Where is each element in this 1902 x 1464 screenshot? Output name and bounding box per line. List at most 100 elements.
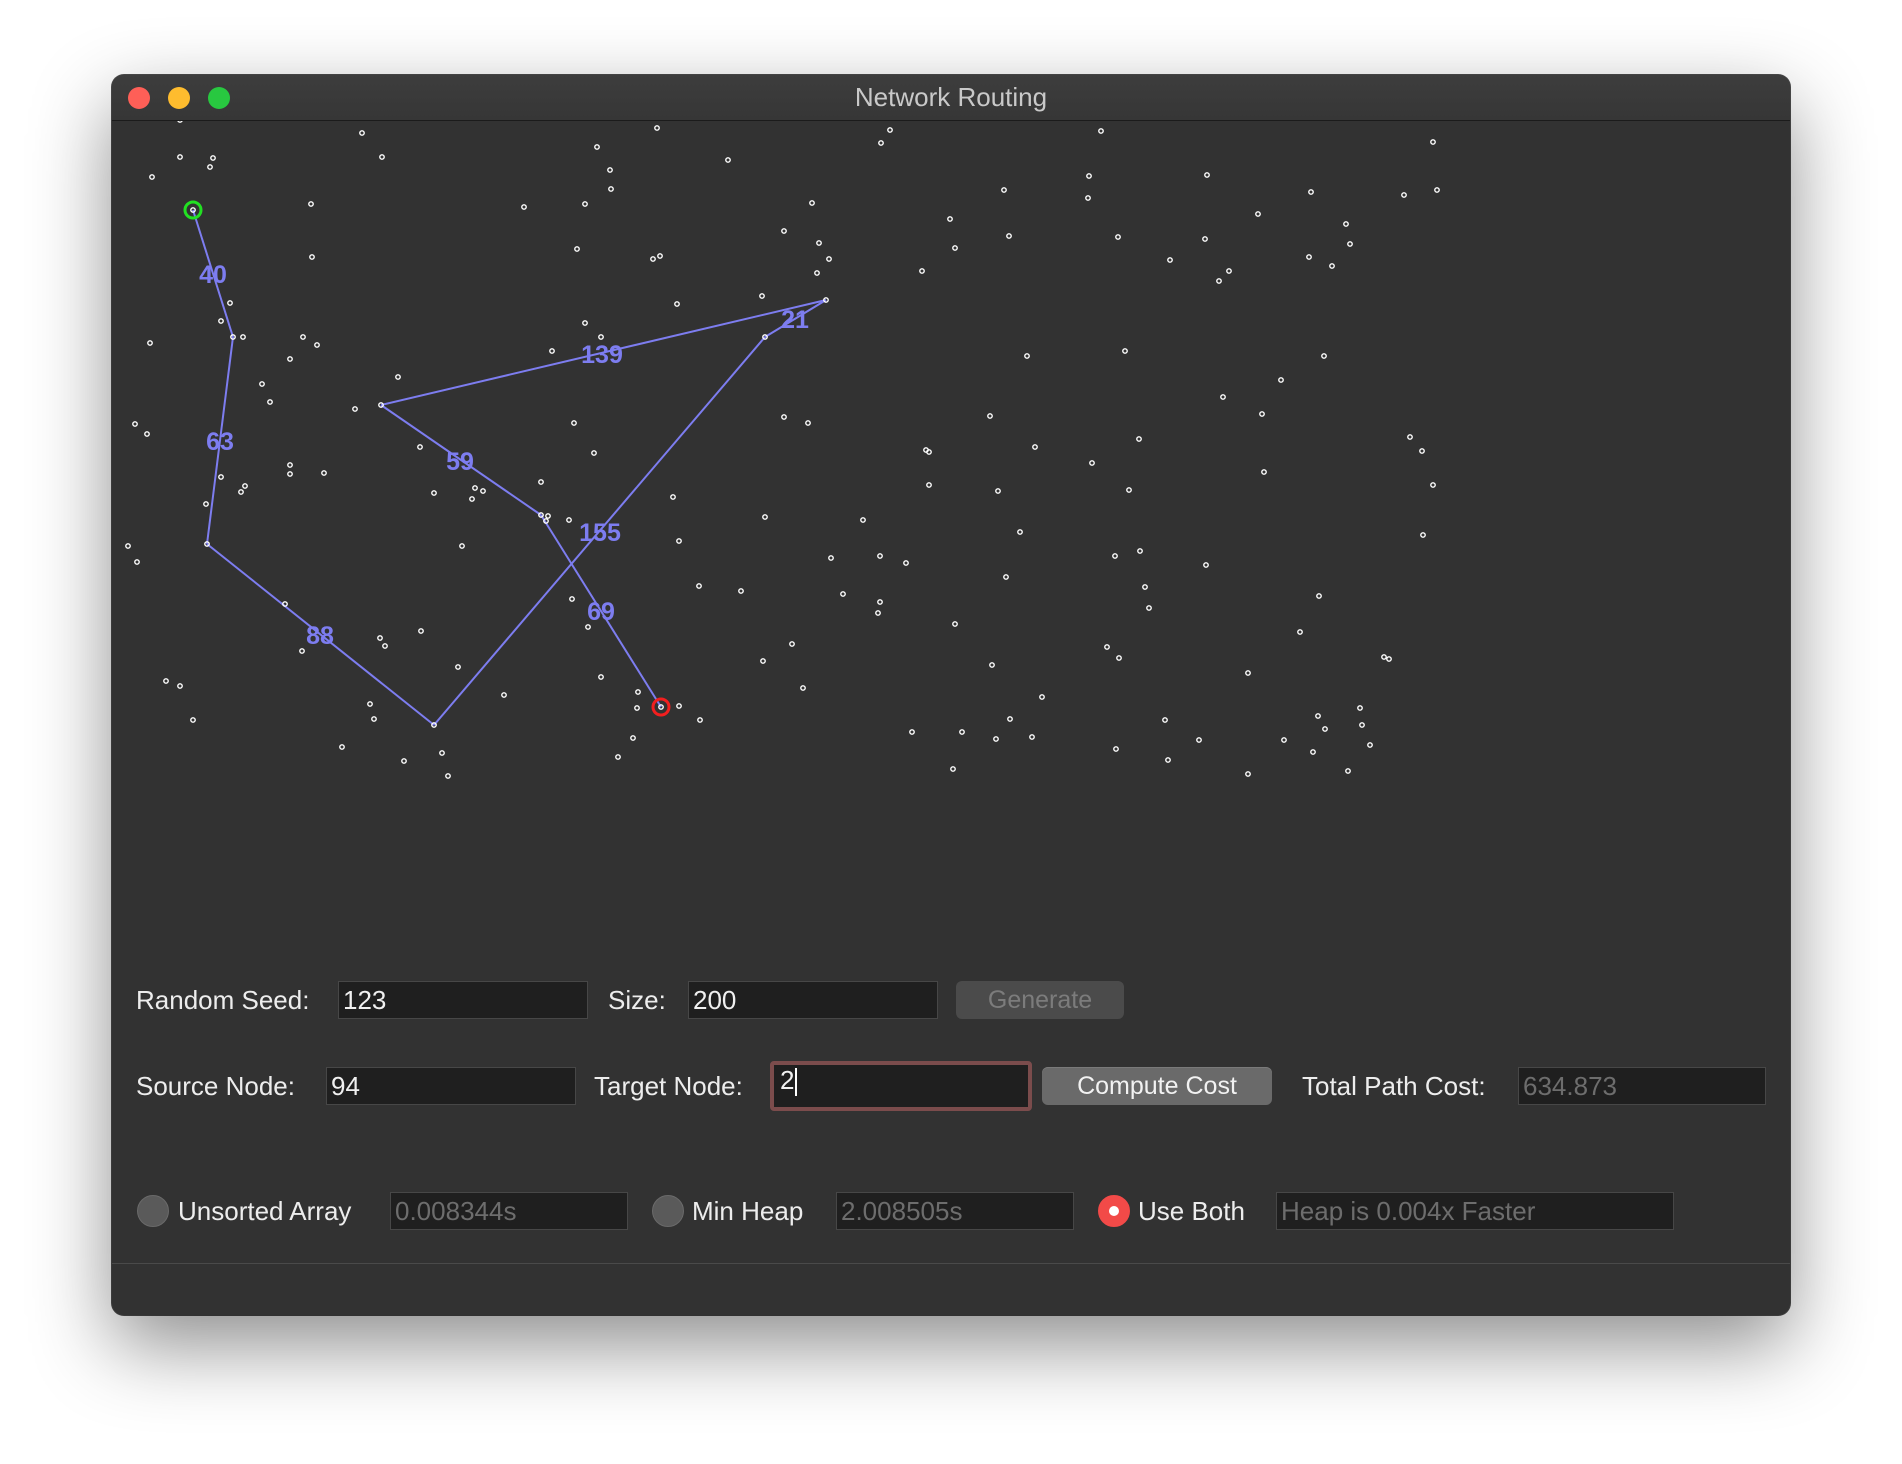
graph-node[interactable] [382, 643, 388, 649]
source-node-input[interactable]: 94 [326, 1067, 576, 1105]
graph-node[interactable] [1245, 771, 1251, 777]
graph-node[interactable] [190, 717, 196, 723]
graph-node[interactable] [909, 729, 915, 735]
graph-node[interactable] [501, 692, 507, 698]
graph-node[interactable] [608, 186, 614, 192]
graph-node[interactable] [1347, 241, 1353, 247]
graph-node[interactable] [959, 729, 965, 735]
graph-node[interactable] [1220, 394, 1226, 400]
graph-node[interactable] [1255, 211, 1261, 217]
graph-node[interactable] [877, 599, 883, 605]
graph-node[interactable] [1113, 746, 1119, 752]
graph-node[interactable] [377, 635, 383, 641]
graph-node[interactable] [987, 413, 993, 419]
graph-node[interactable] [697, 717, 703, 723]
graph-node[interactable] [582, 320, 588, 326]
graph-node[interactable] [147, 340, 153, 346]
graph-node[interactable] [379, 154, 385, 160]
graph-node[interactable] [598, 334, 604, 340]
graph-node[interactable] [630, 735, 636, 741]
graph-node[interactable] [635, 689, 641, 695]
graph-node[interactable] [543, 518, 549, 524]
graph-node[interactable] [308, 201, 314, 207]
graph-node[interactable] [1162, 717, 1168, 723]
graph-node[interactable] [1245, 670, 1251, 676]
graph-node[interactable] [1104, 644, 1110, 650]
graph-node[interactable] [816, 240, 822, 246]
graph-node[interactable] [919, 268, 925, 274]
graph-node[interactable] [480, 488, 486, 494]
graph-node[interactable] [321, 470, 327, 476]
graph-node[interactable] [591, 450, 597, 456]
graph-node[interactable] [828, 555, 834, 561]
graph-node[interactable] [1430, 139, 1436, 145]
graph-node[interactable] [1367, 742, 1373, 748]
graph-node[interactable] [1261, 469, 1267, 475]
graph-node[interactable] [314, 342, 320, 348]
graph-node[interactable] [887, 127, 893, 133]
graph-node[interactable] [149, 174, 155, 180]
graph-node[interactable] [809, 200, 815, 206]
graph-node[interactable] [207, 164, 213, 170]
size-input[interactable]: 200 [688, 981, 938, 1019]
graph-node[interactable] [781, 228, 787, 234]
graph-node[interactable] [1306, 254, 1312, 260]
graph-node[interactable] [860, 517, 866, 523]
graph-node[interactable] [1226, 268, 1232, 274]
graph-node[interactable] [339, 744, 345, 750]
graph-node[interactable] [469, 496, 475, 502]
graph-node[interactable] [840, 591, 846, 597]
graph-node[interactable] [582, 201, 588, 207]
graph-node[interactable] [177, 683, 183, 689]
graph-node[interactable] [1297, 629, 1303, 635]
graph-node[interactable] [993, 736, 999, 742]
graph-node[interactable] [125, 543, 131, 549]
graph-node[interactable] [1085, 195, 1091, 201]
graph-node[interactable] [163, 678, 169, 684]
graph-node[interactable] [1006, 233, 1012, 239]
graph-node[interactable] [1281, 737, 1287, 743]
graph-node[interactable] [1089, 460, 1095, 466]
graph-node[interactable] [1136, 436, 1142, 442]
graph-node[interactable] [282, 601, 288, 607]
graph-node[interactable] [950, 766, 956, 772]
graph-node[interactable] [417, 444, 423, 450]
graph-node[interactable] [1112, 553, 1118, 559]
graph-node[interactable] [538, 479, 544, 485]
graph-node[interactable] [1357, 705, 1363, 711]
graph-node[interactable] [654, 125, 660, 131]
graph-node[interactable] [1165, 757, 1171, 763]
graph-node[interactable] [574, 246, 580, 252]
graph-node[interactable] [472, 485, 478, 491]
graph-node[interactable] [1167, 257, 1173, 263]
graph-node[interactable] [545, 513, 551, 519]
graph-node[interactable] [1003, 574, 1009, 580]
graph-node[interactable] [903, 560, 909, 566]
graph-node[interactable] [1310, 749, 1316, 755]
graph-node[interactable] [1316, 593, 1322, 599]
graph-node[interactable] [989, 662, 995, 668]
graph-node[interactable] [1345, 768, 1351, 774]
graph-node[interactable] [877, 553, 883, 559]
graph-node[interactable] [670, 494, 676, 500]
graph-node[interactable] [359, 130, 365, 136]
graph-node[interactable] [1126, 487, 1132, 493]
graph-node[interactable] [607, 167, 613, 173]
graph-node[interactable] [952, 621, 958, 627]
graph-node[interactable] [1086, 173, 1092, 179]
graph-node[interactable] [1359, 722, 1365, 728]
graph-node[interactable] [1024, 353, 1030, 359]
graph-node[interactable] [571, 420, 577, 426]
graph-node[interactable] [696, 583, 702, 589]
graph-node[interactable] [1202, 236, 1208, 242]
graph-node[interactable] [650, 256, 656, 262]
graph-node[interactable] [218, 474, 224, 480]
graph-node[interactable] [1315, 713, 1321, 719]
graph-node[interactable] [1308, 189, 1314, 195]
graph-node[interactable] [676, 703, 682, 709]
graph-node[interactable] [781, 414, 787, 420]
graph-node[interactable] [218, 318, 224, 324]
graph-node[interactable] [759, 293, 765, 299]
graph-node[interactable] [566, 517, 572, 523]
graph-node[interactable] [952, 245, 958, 251]
